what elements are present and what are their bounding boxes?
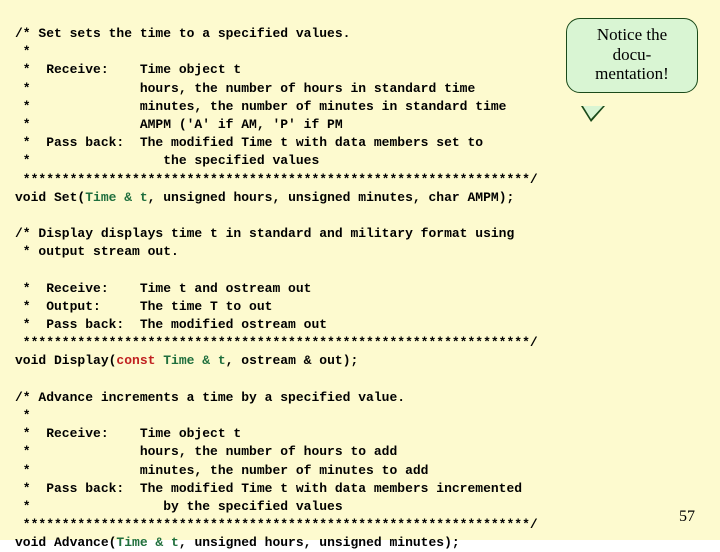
c3-l2: * xyxy=(15,408,31,423)
c1-l9: ****************************************… xyxy=(15,172,538,187)
documentation-callout: Notice the docu- mentation! xyxy=(566,18,698,93)
c2-l7: ****************************************… xyxy=(15,335,538,350)
c1-l6: * AMPM ('A' if AM, 'P' if PM xyxy=(15,117,343,132)
sig2-a: void Display( xyxy=(15,353,116,368)
c2-l1: /* Display displays time t in standard a… xyxy=(15,226,514,241)
c3-l8: ****************************************… xyxy=(15,517,538,532)
c3-l3: * Receive: Time object t xyxy=(15,426,241,441)
c1-l4: * hours, the number of hours in standard… xyxy=(15,81,475,96)
c1-l1: /* Set sets the time to a specified valu… xyxy=(15,26,350,41)
c2-l4: * Receive: Time t and ostream out xyxy=(15,281,311,296)
sig3-a: void Advance( xyxy=(15,535,116,550)
c3-l5: * minutes, the number of minutes to add xyxy=(15,463,428,478)
c1-l5: * minutes, the number of minutes in stan… xyxy=(15,99,506,114)
c2-l5: * Output: The time T to out xyxy=(15,299,272,314)
sig3-b: , unsigned hours, unsigned minutes); xyxy=(179,535,460,550)
c3-l6: * Pass back: The modified Time t with da… xyxy=(15,481,522,496)
sig1-b: , unsigned hours, unsigned minutes, char… xyxy=(148,190,515,205)
c1-l2: * xyxy=(15,44,31,59)
callout-line3: mentation! xyxy=(595,64,669,83)
c1-l8: * the specified values xyxy=(15,153,319,168)
sig1-a: void Set( xyxy=(15,190,85,205)
code-block: /* Set sets the time to a specified valu… xyxy=(15,25,705,552)
callout-line2: docu- xyxy=(613,45,652,64)
c3-l7: * by the specified values xyxy=(15,499,343,514)
sig1-t: Time & t xyxy=(85,190,147,205)
slide: Notice the docu- mentation! /* Set sets … xyxy=(0,0,720,540)
callout-line1: Notice the xyxy=(597,25,667,44)
sig3-t: Time & t xyxy=(116,535,178,550)
c1-l7: * Pass back: The modified Time t with da… xyxy=(15,135,483,150)
c3-l1: /* Advance increments a time by a specif… xyxy=(15,390,405,405)
c3-l4: * hours, the number of hours to add xyxy=(15,444,397,459)
sig2-t: Time & t xyxy=(163,353,225,368)
sig2-b: , ostream & out); xyxy=(226,353,359,368)
c2-l2: * output stream out. xyxy=(15,244,179,259)
c1-l3: * Receive: Time object t xyxy=(15,62,241,77)
page-number: 57 xyxy=(679,508,695,526)
sig2-k: const xyxy=(116,353,155,368)
c2-l6: * Pass back: The modified ostream out xyxy=(15,317,327,332)
